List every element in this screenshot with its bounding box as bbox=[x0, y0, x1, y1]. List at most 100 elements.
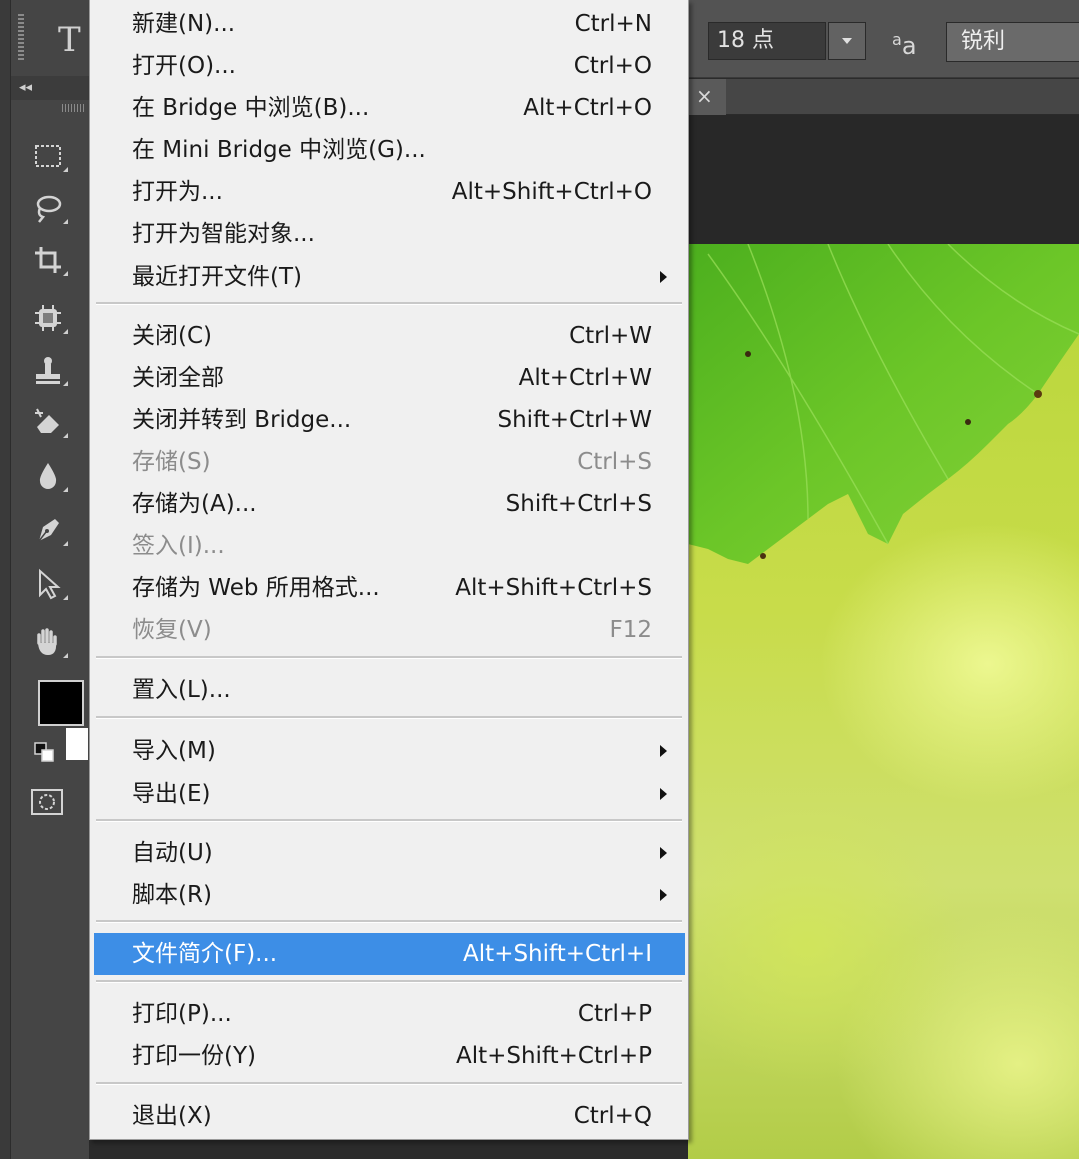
document-tab[interactable]: × bbox=[688, 79, 726, 115]
menu-item-shortcut: Ctrl+P bbox=[577, 1001, 652, 1027]
menu-item-label: 在 Bridge 中浏览(B)... bbox=[132, 95, 370, 121]
lasso-tool[interactable] bbox=[26, 188, 70, 228]
menu-item-close[interactable]: 关闭(C) Ctrl+W bbox=[94, 315, 685, 357]
menu-item-label: 最近打开文件(T) bbox=[132, 264, 302, 290]
menu-item-shortcut: Ctrl+S bbox=[577, 449, 652, 475]
menu-item-label: 置入(L)... bbox=[132, 677, 231, 703]
options-bar-grip[interactable] bbox=[18, 14, 24, 60]
menu-item-label: 签入(I)... bbox=[132, 533, 225, 559]
tool-group-indicator bbox=[63, 541, 68, 546]
path-selection-tool[interactable] bbox=[26, 564, 70, 604]
lasso-icon bbox=[36, 195, 62, 223]
tool-group-indicator bbox=[63, 653, 68, 658]
hand-icon bbox=[37, 628, 57, 655]
menu-item-shortcut: F12 bbox=[609, 617, 653, 643]
panel-edge bbox=[0, 0, 11, 1159]
menu-item-close-all[interactable]: 关闭全部 Alt+Ctrl+W bbox=[94, 357, 685, 399]
menu-item-scripts[interactable]: 脚本(R) bbox=[94, 874, 685, 916]
bandage-icon bbox=[35, 305, 61, 331]
menu-item-open-as-smart-object[interactable]: 打开为智能对象... bbox=[94, 213, 685, 255]
font-size-field[interactable]: 18 点 bbox=[708, 22, 826, 60]
pen-tool[interactable] bbox=[26, 510, 70, 550]
hand-tool[interactable] bbox=[26, 622, 70, 662]
close-icon[interactable]: × bbox=[696, 83, 713, 109]
menu-item-browse-in-mini-bridge[interactable]: 在 Mini Bridge 中浏览(G)... bbox=[94, 129, 685, 171]
submenu-arrow-icon bbox=[660, 847, 667, 859]
pen-icon bbox=[38, 519, 59, 542]
menu-item-open-recent[interactable]: 最近打开文件(T) bbox=[94, 256, 685, 298]
menu-item-label: 关闭并转到 Bridge... bbox=[132, 407, 352, 433]
menu-item-label: 在 Mini Bridge 中浏览(G)... bbox=[132, 137, 426, 163]
background-color-swatch[interactable] bbox=[66, 728, 88, 760]
eraser-tool[interactable] bbox=[26, 402, 70, 442]
panel-grip[interactable] bbox=[62, 104, 86, 112]
menu-item-file-info[interactable]: 文件简介(F)... Alt+Shift+Ctrl+I bbox=[94, 933, 685, 975]
stamp-icon bbox=[36, 357, 60, 384]
water-drop-icon bbox=[39, 463, 57, 489]
aa-small-glyph: a bbox=[892, 30, 902, 49]
font-size-dropdown-button[interactable] bbox=[828, 22, 866, 60]
menu-item-automate[interactable]: 自动(U) bbox=[94, 832, 685, 874]
menu-separator bbox=[96, 920, 682, 923]
leaf-image bbox=[688, 244, 1079, 564]
crop-tool[interactable] bbox=[26, 240, 70, 280]
menu-item-import[interactable]: 导入(M) bbox=[94, 730, 685, 772]
submenu-arrow-icon bbox=[660, 889, 667, 901]
menu-item-label: 退出(X) bbox=[132, 1103, 212, 1129]
menu-item-export[interactable]: 导出(E) bbox=[94, 773, 685, 815]
menu-separator bbox=[96, 716, 682, 719]
menu-item-label: 导出(E) bbox=[132, 781, 211, 807]
menu-item-label: 打开(O)... bbox=[132, 53, 236, 79]
tool-group-indicator bbox=[63, 595, 68, 600]
menu-item-exit[interactable]: 退出(X) Ctrl+Q bbox=[94, 1095, 685, 1137]
quick-mask-icon[interactable] bbox=[30, 788, 64, 816]
menu-item-check-in: 签入(I)... bbox=[94, 525, 685, 567]
submenu-arrow-icon bbox=[660, 788, 667, 800]
tool-group-indicator bbox=[63, 487, 68, 492]
menu-item-save: 存储(S) Ctrl+S bbox=[94, 441, 685, 483]
menu-item-label: 打印(P)... bbox=[132, 1001, 232, 1027]
tools-panel: T ◂◂ bbox=[0, 0, 90, 1159]
menu-item-shortcut: Alt+Shift+Ctrl+I bbox=[463, 941, 652, 967]
menu-item-close-and-go-to-bridge[interactable]: 关闭并转到 Bridge... Shift+Ctrl+W bbox=[94, 399, 685, 441]
menu-item-label: 打开为... bbox=[132, 179, 223, 205]
menu-item-new[interactable]: 新建(N)... Ctrl+N bbox=[94, 3, 685, 45]
collapse-panel-button[interactable]: ◂◂ bbox=[11, 76, 90, 100]
file-menu: 新建(N)... Ctrl+N 打开(O)... Ctrl+O 在 Bridge… bbox=[89, 0, 689, 1140]
menu-item-place[interactable]: 置入(L)... bbox=[94, 669, 685, 711]
menu-separator bbox=[96, 980, 682, 983]
menu-item-browse-in-bridge[interactable]: 在 Bridge 中浏览(B)... Alt+Ctrl+O bbox=[94, 87, 685, 129]
menu-item-shortcut: Ctrl+N bbox=[574, 11, 652, 37]
blur-tool[interactable] bbox=[26, 456, 70, 496]
menu-item-print-one-copy[interactable]: 打印一份(Y) Alt+Shift+Ctrl+P bbox=[94, 1035, 685, 1077]
healing-brush-tool[interactable] bbox=[26, 298, 70, 338]
menu-item-open[interactable]: 打开(O)... Ctrl+O bbox=[94, 45, 685, 87]
default-colors-icon[interactable] bbox=[34, 742, 54, 762]
menu-item-shortcut: Alt+Shift+Ctrl+S bbox=[455, 575, 652, 601]
menu-item-save-for-web[interactable]: 存储为 Web 所用格式... Alt+Shift+Ctrl+S bbox=[94, 567, 685, 609]
menu-item-label: 导入(M) bbox=[132, 738, 216, 764]
submenu-arrow-icon bbox=[660, 745, 667, 757]
menu-item-label: 打印一份(Y) bbox=[132, 1043, 256, 1069]
menu-item-print[interactable]: 打印(P)... Ctrl+P bbox=[94, 993, 685, 1035]
anti-alias-select[interactable]: 锐利 bbox=[946, 22, 1079, 62]
menu-item-shortcut: Ctrl+W bbox=[569, 323, 652, 349]
menu-item-shortcut: Alt+Ctrl+W bbox=[518, 365, 652, 391]
menu-item-label: 文件简介(F)... bbox=[132, 941, 278, 967]
menu-item-label: 自动(U) bbox=[132, 840, 213, 866]
menu-item-shortcut: Shift+Ctrl+W bbox=[497, 407, 653, 433]
menu-item-label: 新建(N)... bbox=[132, 11, 236, 37]
menu-item-save-as[interactable]: 存储为(A)... Shift+Ctrl+S bbox=[94, 483, 685, 525]
tool-group-indicator bbox=[63, 433, 68, 438]
menu-separator bbox=[96, 819, 682, 822]
menu-item-label: 存储(S) bbox=[132, 449, 211, 475]
menu-item-open-as[interactable]: 打开为... Alt+Shift+Ctrl+O bbox=[94, 171, 685, 213]
menu-separator bbox=[96, 302, 682, 305]
menu-item-label: 存储为 Web 所用格式... bbox=[132, 575, 380, 601]
clone-stamp-tool[interactable] bbox=[26, 350, 70, 390]
marquee-tool[interactable] bbox=[26, 136, 70, 176]
foreground-color-swatch[interactable] bbox=[38, 680, 84, 726]
menu-item-shortcut: Ctrl+O bbox=[573, 53, 652, 79]
menu-item-label: 恢复(V) bbox=[132, 617, 212, 643]
menu-separator bbox=[96, 656, 682, 659]
